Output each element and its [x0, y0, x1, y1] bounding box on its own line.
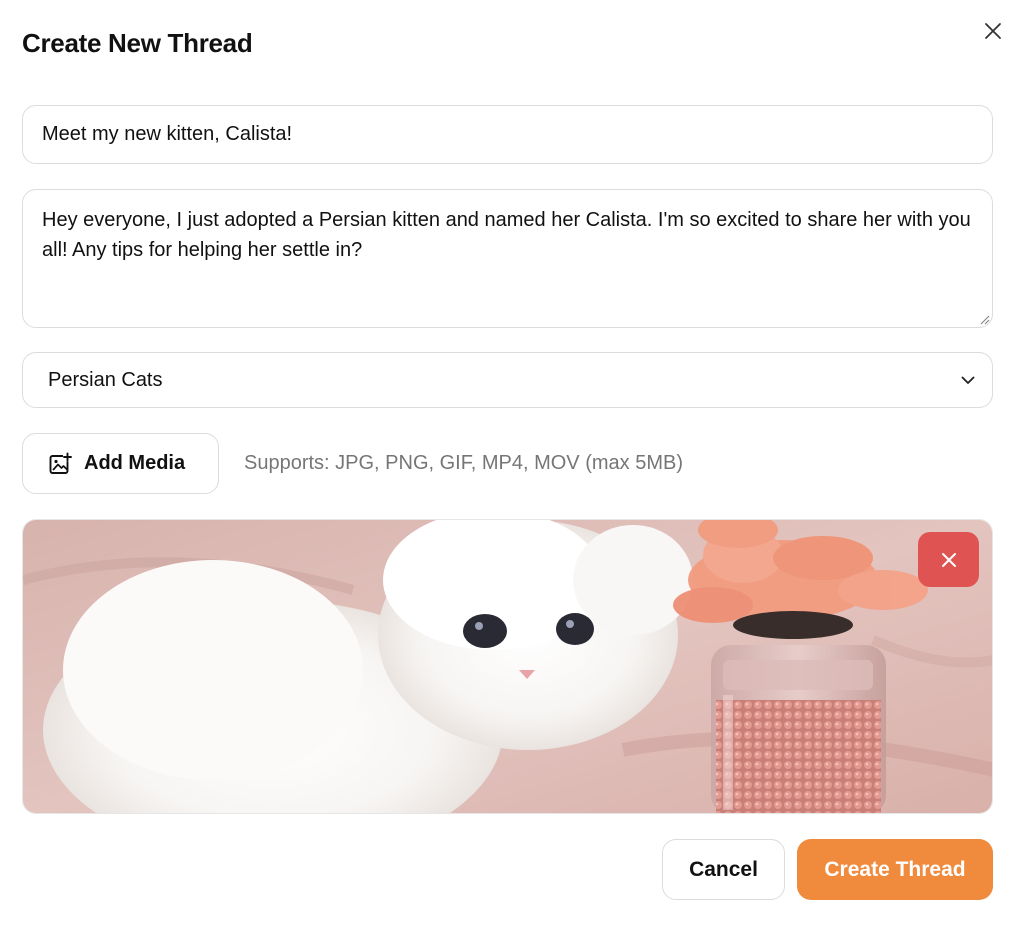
media-preview-image	[22, 519, 993, 814]
close-dialog-button[interactable]	[980, 18, 1006, 44]
supported-formats-text: Supports: JPG, PNG, GIF, MP4, MOV (max 5…	[244, 452, 683, 474]
chevron-down-icon	[961, 376, 975, 385]
create-thread-dialog: Create New Thread Meet my new kitten, Ca…	[0, 0, 1024, 927]
resize-handle-icon[interactable]	[978, 313, 990, 325]
category-select[interactable]: Persian Cats	[22, 352, 993, 408]
thread-body-textarea[interactable]: Hey everyone, I just adopted a Persian k…	[22, 189, 993, 328]
remove-media-button[interactable]	[918, 532, 979, 587]
dialog-title: Create New Thread	[22, 28, 253, 58]
create-thread-button[interactable]: Create Thread	[797, 839, 993, 900]
close-icon	[985, 23, 1001, 39]
add-media-button[interactable]: Add Media	[22, 433, 219, 494]
cancel-button[interactable]: Cancel	[662, 839, 785, 900]
image-plus-icon	[49, 452, 72, 474]
thread-title-input[interactable]: Meet my new kitten, Calista!	[22, 105, 993, 164]
category-selected-value: Persian Cats	[48, 369, 163, 391]
close-icon	[941, 552, 956, 567]
add-media-label: Add Media	[84, 452, 186, 474]
kitten-photo	[23, 520, 992, 813]
thread-body-text: Hey everyone, I just adopted a Persian k…	[42, 209, 971, 261]
